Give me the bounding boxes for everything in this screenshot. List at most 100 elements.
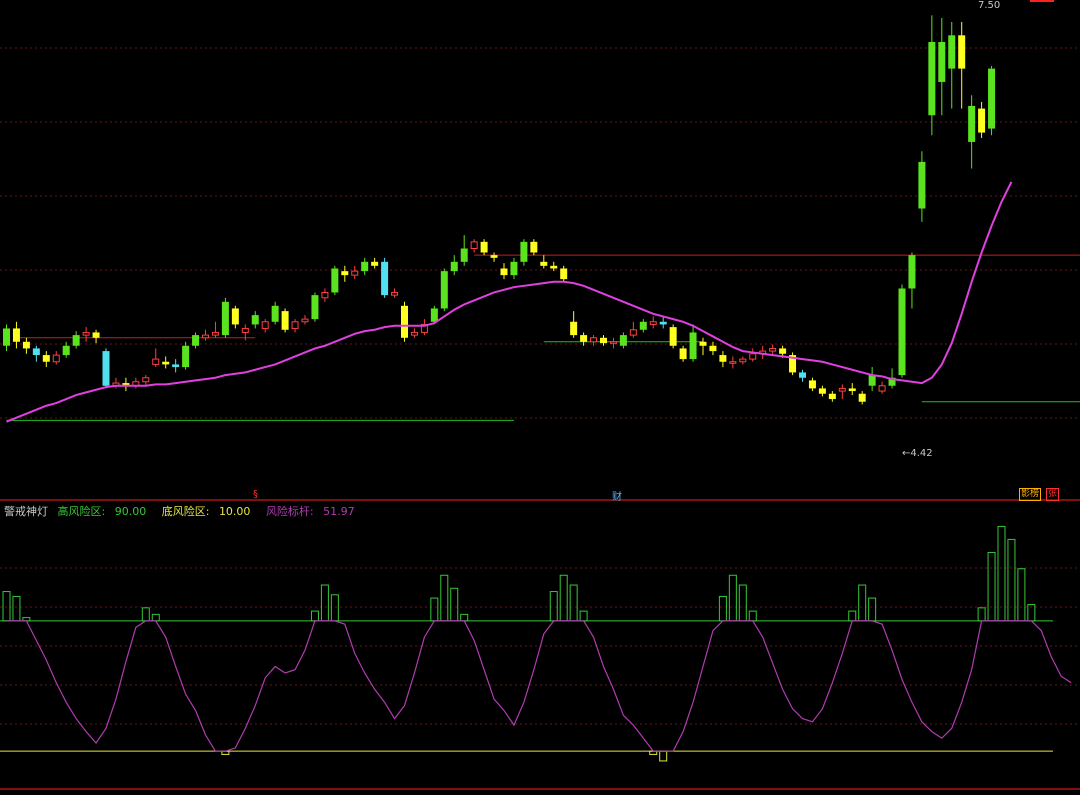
event-marker-finance[interactable]: 财 [612, 488, 622, 503]
stock-chart-canvas [0, 0, 1080, 791]
candle-body-26 [261, 321, 269, 329]
event-marker-3[interactable]: 影榜 [1019, 488, 1042, 501]
candle-body-44 [440, 271, 448, 309]
high-risk-bar-56 [559, 574, 568, 622]
candle-body-35 [351, 270, 359, 276]
candle-body-16 [162, 361, 170, 365]
candle-body-3 [32, 348, 40, 356]
high-risk-bar-72 [718, 595, 727, 622]
candle-body-32 [321, 291, 329, 299]
candle-body-94 [938, 41, 946, 82]
candle-body-34 [341, 271, 349, 276]
event-marker-1[interactable]: § [253, 489, 258, 500]
candle-body-64 [639, 321, 647, 330]
candle-body-71 [709, 345, 717, 352]
candle-body-28 [281, 311, 289, 330]
candle-body-67 [669, 327, 677, 346]
moving-average-line [6, 181, 1013, 423]
candle-body-55 [550, 265, 558, 269]
high-risk-bar-86 [858, 584, 867, 622]
candle-body-36 [361, 261, 369, 272]
candle-body-38 [381, 261, 389, 296]
candle-body-14 [142, 377, 150, 383]
price-high-label: 7.50 [978, 0, 1001, 11]
candle-body-84 [838, 387, 846, 392]
candle-body-27 [271, 305, 279, 322]
candle-body-21 [211, 331, 219, 336]
candle-body-29 [291, 321, 299, 329]
candle-body-56 [560, 268, 568, 280]
candle-body-24 [241, 327, 249, 333]
candle-body-20 [202, 334, 209, 339]
candle-body-72 [719, 355, 727, 362]
candle-body-15 [152, 358, 160, 365]
risk-readout: 风险标杆: 51.97 [266, 505, 361, 518]
risk-value: 51.97 [323, 505, 355, 518]
candle-body-31 [311, 295, 319, 320]
window-corner-marker [1030, 0, 1054, 2]
candle-body-33 [331, 268, 339, 293]
high-risk-bar-101 [1007, 538, 1016, 622]
candle-body-97 [968, 105, 976, 142]
high-zone-label: 高风险区: [57, 505, 106, 518]
high-risk-bar-75 [748, 610, 757, 622]
candle-body-74 [739, 358, 747, 363]
candle-body-88 [878, 385, 886, 392]
candle-body-59 [590, 337, 598, 343]
high-risk-bar-44 [440, 574, 449, 622]
candle-body-47 [470, 241, 478, 250]
candle-body-7 [72, 335, 80, 346]
candle-body-1 [12, 328, 20, 342]
candle-body-75 [749, 353, 757, 360]
candle-body-86 [858, 393, 866, 402]
candle-body-95 [948, 35, 956, 69]
candle-body-90 [898, 288, 906, 376]
candle-body-57 [570, 321, 578, 336]
high-risk-bar-102 [1017, 568, 1026, 622]
candle-body-8 [82, 331, 90, 336]
candle-body-25 [251, 315, 259, 325]
high-risk-bar-33 [330, 594, 339, 622]
price-low-label: ←4.42 [902, 448, 933, 459]
event-marker-4[interactable]: 张 [1046, 488, 1060, 501]
risk-label: 风险标杆: [265, 505, 314, 518]
high-risk-bar-15 [151, 613, 160, 622]
high-risk-bar-87 [868, 597, 877, 622]
low-zone-value: 10.00 [218, 505, 251, 518]
candle-body-22 [221, 301, 229, 336]
candle-body-19 [192, 335, 200, 346]
candle-body-65 [649, 321, 657, 325]
candle-body-9 [92, 332, 100, 338]
candle-body-68 [679, 348, 687, 360]
candle-body-66 [659, 321, 667, 325]
candle-body-82 [818, 388, 826, 394]
candle-body-41 [410, 331, 418, 336]
high-risk-bar-43 [430, 597, 439, 622]
candle-body-99 [988, 68, 996, 129]
candle-body-10 [102, 351, 110, 386]
candle-body-70 [699, 341, 707, 346]
high-risk-bar-1 [12, 595, 21, 622]
high-risk-bar-31 [310, 610, 319, 622]
candle-body-85 [848, 388, 856, 392]
candle-body-62 [619, 335, 627, 346]
candle-body-2 [22, 341, 30, 349]
candle-body-91 [908, 255, 916, 289]
indicator-name[interactable]: 警戒神灯 [4, 505, 48, 518]
candle-body-23 [231, 308, 239, 325]
candle-body-46 [460, 248, 468, 262]
candle-body-6 [62, 345, 70, 356]
high-risk-bar-14 [141, 607, 150, 622]
candle-body-69 [689, 332, 697, 360]
candle-body-63 [629, 329, 637, 336]
high-risk-bar-99 [987, 551, 996, 622]
candle-body-58 [580, 335, 588, 342]
price-low-value: 4.42 [910, 448, 933, 459]
candle-body-45 [450, 261, 458, 272]
high-risk-bar-46 [460, 613, 469, 622]
candle-body-30 [301, 318, 309, 323]
candle-body-53 [530, 241, 538, 253]
high-risk-bar-85 [848, 610, 857, 622]
candle-body-81 [808, 380, 816, 389]
high-risk-bar-74 [738, 584, 747, 622]
